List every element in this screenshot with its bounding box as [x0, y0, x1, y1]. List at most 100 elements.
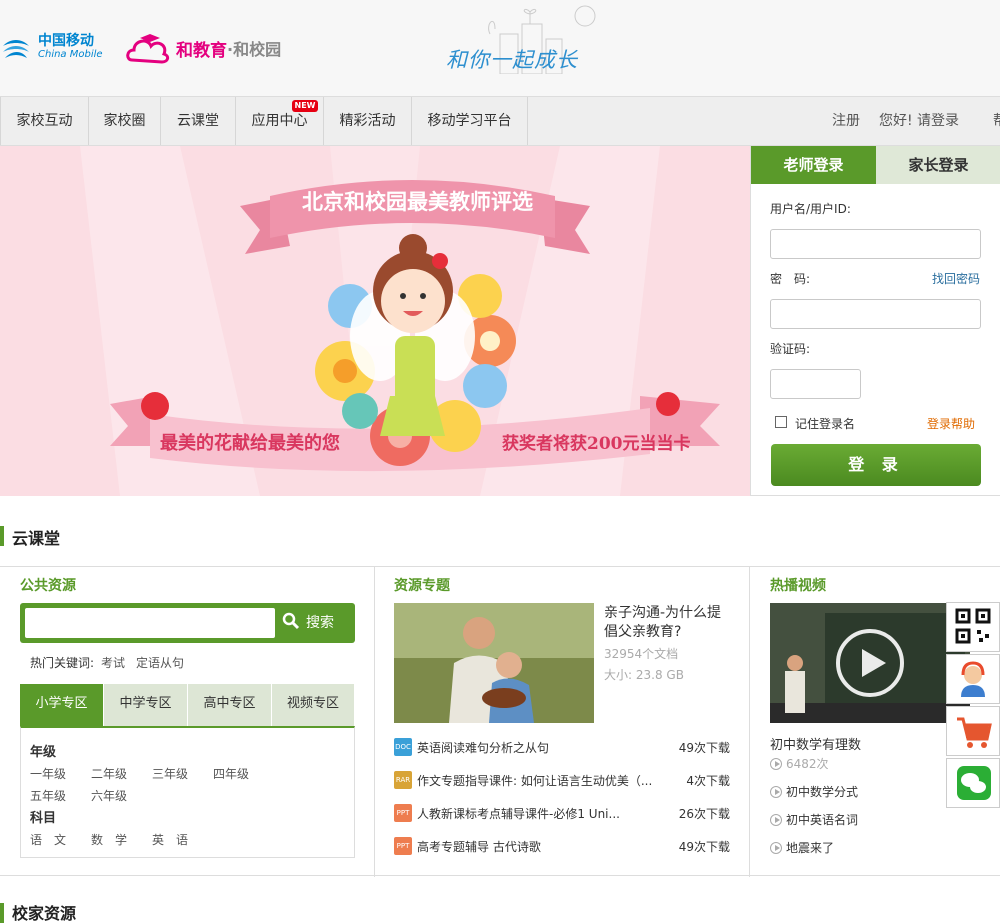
video-link[interactable]: 初中数学分式	[770, 783, 858, 800]
rar-file-icon: RAR	[394, 771, 412, 789]
tab-video-zone[interactable]: 视频专区	[272, 684, 355, 726]
password-input[interactable]	[770, 299, 981, 329]
play-icon	[770, 758, 782, 770]
grade-link[interactable]: 一年级	[30, 765, 66, 782]
resource-downloads: 49次下载	[678, 840, 730, 854]
grade-link[interactable]: 四年级	[213, 765, 249, 782]
subject-link[interactable]: 数 学	[91, 831, 127, 848]
resource-downloads: 49次下载	[678, 741, 730, 755]
qrcode-icon	[955, 608, 991, 644]
slogan: 和你一起成长	[446, 48, 578, 72]
topic-size: 大小: 23.8 GB	[604, 668, 684, 682]
cloud-logo-icon	[126, 34, 170, 64]
hot-keywords-label: 热门关键词:	[30, 656, 95, 670]
tab-high-zone[interactable]: 高中专区	[188, 684, 272, 726]
resource-search: 搜索	[20, 603, 355, 643]
tab-middle-zone[interactable]: 中学专区	[104, 684, 188, 726]
doc-file-icon: DOC	[394, 738, 412, 756]
nav-yunketang[interactable]: 云课堂	[161, 97, 236, 145]
captcha-label: 验证码:	[770, 342, 811, 356]
hot-keyword[interactable]: 考试	[101, 654, 125, 671]
hejiaoyu-name: 和教育	[176, 40, 227, 61]
remember-checkbox[interactable]	[775, 416, 787, 428]
login-panel: 老师登录 家长登录 用户名/用户ID: 密 码: 找回密码 验证码: 记住登录名…	[750, 146, 1000, 496]
qrcode-button[interactable]	[946, 602, 1000, 652]
register-link[interactable]: 注册	[832, 96, 860, 146]
hot-keyword[interactable]: 定语从句	[136, 654, 184, 671]
nav-activities[interactable]: 精彩活动	[324, 97, 412, 145]
tab-primary-zone[interactable]: 小学专区	[20, 684, 104, 726]
grade-link[interactable]: 三年级	[152, 765, 188, 782]
tab-parent-login[interactable]: 家长登录	[876, 146, 1000, 184]
section-marker	[0, 903, 4, 923]
wechat-icon	[957, 766, 991, 800]
hexiaoyuan-name: ·和校园	[227, 40, 282, 59]
login-greeting-link[interactable]: 您好! 请登录	[879, 96, 959, 146]
login-help-link[interactable]: 登录帮助	[927, 415, 975, 432]
resource-name[interactable]: 作文专题指导课件: 如何让语言生动优美（...	[417, 772, 667, 789]
topic-feature-image[interactable]	[394, 603, 594, 723]
hejiaoyu-logo[interactable]: 和教育 ·和校园	[126, 28, 281, 68]
play-icon	[770, 842, 782, 854]
login-button[interactable]: 登 录	[771, 444, 981, 486]
section-title-resources: 校家资源	[12, 904, 77, 923]
panel-divider	[749, 567, 750, 877]
grade-link[interactable]: 五年级	[30, 787, 66, 804]
banner-title: 北京和校园最美教师评选	[302, 189, 533, 214]
video-play-count: 6482次	[770, 755, 829, 772]
resource-name[interactable]: 高考专题辅导 古代诗歌	[417, 838, 667, 855]
banner-right-text: 获奖者将获200元当当卡	[502, 434, 691, 454]
resource-row[interactable]: PPT 人教新课标考点辅导课件-必修1 Uni... 26次下载	[394, 804, 730, 822]
forgot-password-link[interactable]: 找回密码	[932, 270, 980, 287]
subject-link[interactable]: 英 语	[152, 831, 188, 848]
china-mobile-logo[interactable]: 中国移动 China Mobile	[0, 28, 103, 68]
search-button-label: 搜索	[306, 615, 334, 631]
china-mobile-name: 中国移动	[38, 33, 94, 49]
resource-row[interactable]: RAR 作文专题指导课件: 如何让语言生动优美（... 4次下载	[394, 771, 730, 789]
resource-downloads: 4次下载	[686, 774, 730, 788]
cart-button[interactable]	[946, 706, 1000, 756]
china-mobile-name-en: China Mobile	[38, 49, 103, 60]
wechat-button[interactable]	[946, 758, 1000, 808]
grade-link[interactable]: 六年级	[91, 787, 127, 804]
video-classroom-image	[770, 603, 970, 723]
section-marker	[0, 526, 4, 546]
play-icon	[770, 786, 782, 798]
search-input[interactable]	[25, 608, 275, 638]
new-badge: NEW	[292, 100, 318, 112]
nav-jiaxiaoquan[interactable]: 家校圈	[89, 97, 161, 145]
resource-row[interactable]: PPT 高考专题辅导 古代诗歌 49次下载	[394, 837, 730, 855]
customer-service-button[interactable]	[946, 654, 1000, 704]
nav-mobile-learning[interactable]: 移动学习平台	[412, 97, 528, 145]
captcha-input[interactable]	[770, 369, 861, 399]
video-thumbnail[interactable]	[770, 603, 970, 723]
customer-service-icon	[961, 661, 985, 697]
password-label: 密 码:	[770, 272, 811, 286]
resource-name[interactable]: 人教新课标考点辅导课件-必修1 Uni...	[417, 805, 667, 822]
banner-left-text: 最美的花献给最美的您	[160, 433, 340, 454]
section-title-yunketang: 云课堂	[12, 529, 61, 548]
panel-divider	[374, 567, 375, 877]
resource-downloads: 26次下载	[678, 807, 730, 821]
topic-feature-title[interactable]: 亲子沟通-为什么提倡父亲教育?	[604, 604, 729, 642]
father-son-photo	[394, 603, 594, 723]
help-link[interactable]: 帮	[993, 96, 1000, 146]
username-input[interactable]	[770, 229, 981, 259]
search-button[interactable]: 搜索	[282, 603, 334, 643]
resource-row[interactable]: DOC 英语阅读难句分析之从句 49次下载	[394, 738, 730, 756]
video-feature-title[interactable]: 初中数学有理数	[770, 734, 861, 753]
resource-name[interactable]: 英语阅读难句分析之从句	[417, 739, 667, 756]
hot-videos-title: 热播视频	[770, 578, 826, 594]
video-link[interactable]: 地震来了	[770, 839, 834, 856]
site-header: 中国移动 China Mobile 和教育 ·和校园 和你一起成长	[0, 0, 1000, 96]
tab-teacher-login[interactable]: 老师登录	[751, 146, 876, 184]
public-resources-title: 公共资源	[20, 578, 76, 594]
subject-link[interactable]: 语 文	[30, 831, 66, 848]
video-link[interactable]: 初中英语名词	[770, 811, 858, 828]
promo-banner[interactable]: 北京和校园最美教师评选 最美的花献给最美的您 获奖者将获200元当当卡	[0, 146, 750, 496]
grade-link[interactable]: 二年级	[91, 765, 127, 782]
ppt-file-icon: PPT	[394, 837, 412, 855]
ppt-file-icon: PPT	[394, 804, 412, 822]
resource-topics-title: 资源专题	[394, 578, 450, 594]
nav-jiaxiao-hudong[interactable]: 家校互动	[0, 97, 89, 145]
